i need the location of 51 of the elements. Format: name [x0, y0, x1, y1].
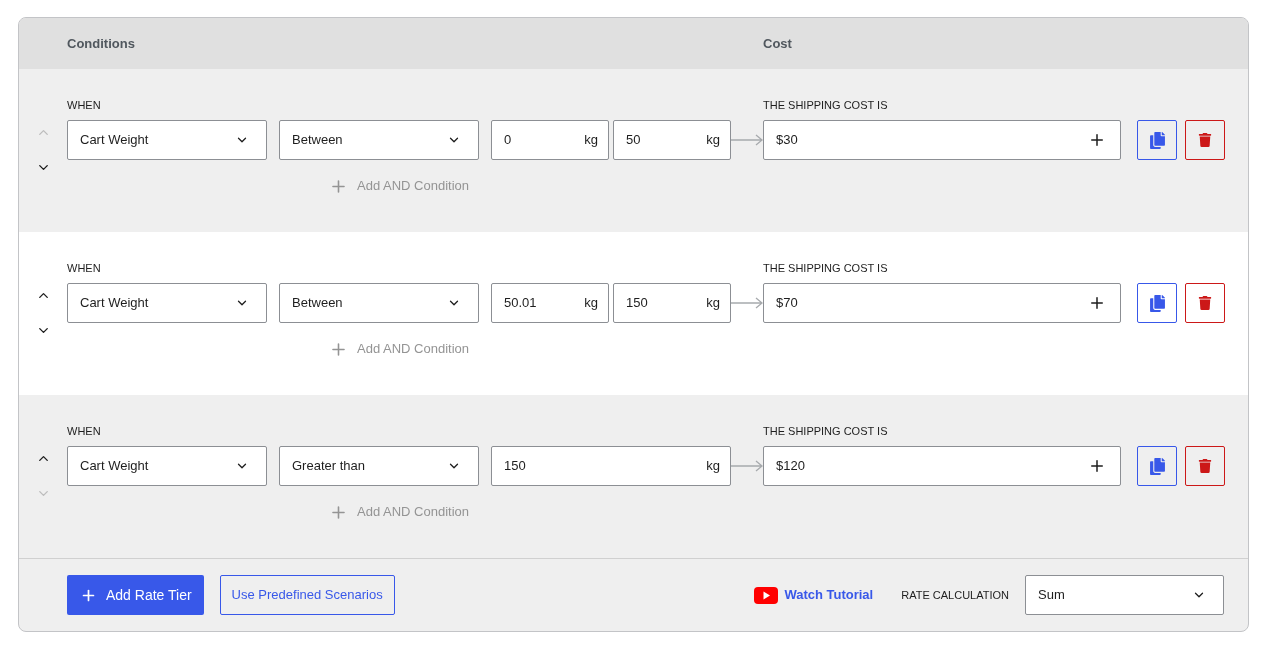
- copy-icon: [1148, 457, 1166, 475]
- unit-suffix: kg: [584, 131, 598, 150]
- trash-icon: [1198, 133, 1212, 147]
- cost-label: THE SHIPPING COST IS: [763, 424, 889, 438]
- copy-icon: [1148, 294, 1166, 312]
- column-header: Conditions: [67, 34, 136, 53]
- plus-icon[interactable]: [1088, 294, 1106, 312]
- rate-calculation-dropdown[interactable]: Sum: [1025, 575, 1224, 615]
- plus-icon[interactable]: [1088, 457, 1106, 475]
- weight-input[interactable]: 50 kg: [613, 120, 731, 160]
- trash-icon: [1198, 459, 1212, 473]
- add-rate-tier-button[interactable]: Add Rate Tier: [67, 575, 204, 615]
- unit-suffix: kg: [584, 294, 598, 313]
- weight-input[interactable]: 50.01 kg: [491, 283, 609, 323]
- predefined-scenarios-button[interactable]: Use Predefined Scenarios: [219, 575, 395, 615]
- when-label: WHEN: [67, 98, 102, 112]
- column-header: Cost: [763, 34, 793, 53]
- rate-calculation-label: RATE CALCULATION: [901, 587, 1009, 603]
- weight-input[interactable]: 0 kg: [491, 120, 609, 160]
- field-dropdown[interactable]: Cart Weight: [67, 446, 267, 486]
- duplicate-button[interactable]: [1137, 446, 1177, 486]
- cost-label: THE SHIPPING COST IS: [763, 98, 889, 112]
- arrow-connector: [731, 460, 763, 472]
- arrow-connector: [731, 297, 763, 309]
- unit-suffix: kg: [706, 294, 720, 313]
- watch-tutorial-link[interactable]: Watch Tutorial: [784, 585, 874, 605]
- cost-label: THE SHIPPING COST IS: [763, 261, 889, 275]
- operator-dropdown[interactable]: Greater than: [279, 446, 479, 486]
- when-label: WHEN: [67, 424, 102, 438]
- duplicate-button[interactable]: [1137, 120, 1177, 160]
- cost-input[interactable]: $70: [763, 283, 1121, 323]
- operator-dropdown[interactable]: Between: [279, 283, 479, 323]
- weight-input[interactable]: 150 kg: [613, 283, 731, 323]
- delete-button[interactable]: [1185, 283, 1225, 323]
- unit-suffix: kg: [706, 131, 720, 150]
- weight-input[interactable]: 150 kg: [491, 446, 731, 486]
- cost-input[interactable]: $30: [763, 120, 1121, 160]
- trash-icon: [1198, 296, 1212, 310]
- plus-icon[interactable]: [1088, 131, 1106, 149]
- unit-suffix: kg: [706, 457, 720, 476]
- arrow-connector: [731, 134, 763, 146]
- copy-icon: [1148, 131, 1166, 149]
- delete-button[interactable]: [1185, 120, 1225, 160]
- operator-dropdown[interactable]: Between: [279, 120, 479, 160]
- delete-button[interactable]: [1185, 446, 1225, 486]
- field-dropdown[interactable]: Cart Weight: [67, 283, 267, 323]
- cost-input[interactable]: $120: [763, 446, 1121, 486]
- when-label: WHEN: [67, 261, 102, 275]
- duplicate-button[interactable]: [1137, 283, 1177, 323]
- play-icon: [754, 586, 779, 604]
- field-dropdown[interactable]: Cart Weight: [67, 120, 267, 160]
